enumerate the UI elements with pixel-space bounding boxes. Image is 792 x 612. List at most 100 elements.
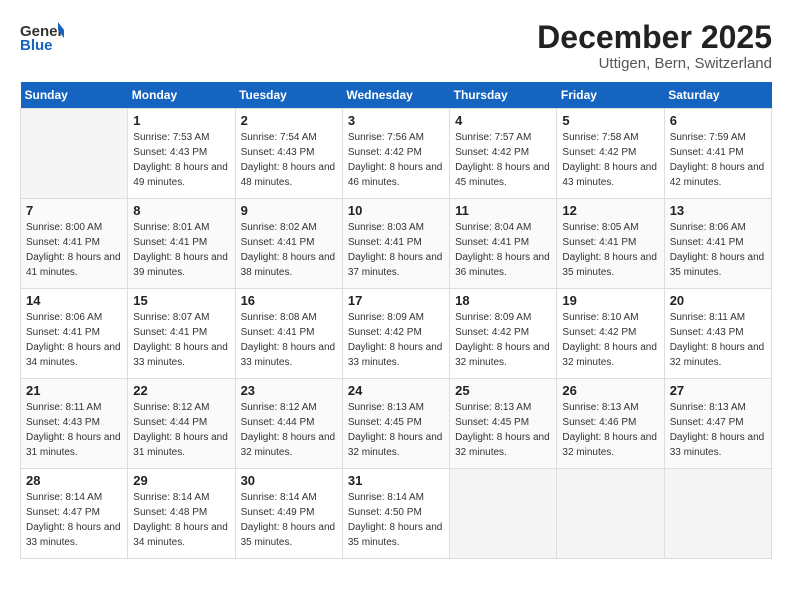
calendar-cell: 10Sunrise: 8:03 AMSunset: 4:41 PMDayligh… xyxy=(342,199,449,289)
day-number: 22 xyxy=(133,383,229,398)
svg-text:Blue: Blue xyxy=(20,37,53,52)
calendar-cell: 29Sunrise: 8:14 AMSunset: 4:48 PMDayligh… xyxy=(128,469,235,559)
day-number: 19 xyxy=(562,293,658,308)
calendar-cell: 6Sunrise: 7:59 AMSunset: 4:41 PMDaylight… xyxy=(664,109,771,199)
calendar-cell: 5 Sunrise: 7:58 AMSunset: 4:42 PMDaylight… xyxy=(557,109,664,199)
calendar-cell: 21 Sunrise: 8:11 AMSunset: 4:43 PMDayligh… xyxy=(21,379,128,469)
calendar-week-row: 7Sunrise: 8:00 AMSunset: 4:41 PMDaylight… xyxy=(21,199,772,289)
day-number: 4 xyxy=(455,113,551,128)
day-number: 3 xyxy=(348,113,444,128)
day-header-sunday: Sunday xyxy=(21,82,128,109)
calendar-cell: 20Sunrise: 8:11 AMSunset: 4:43 PMDayligh… xyxy=(664,289,771,379)
day-number: 30 xyxy=(241,473,337,488)
calendar-cell: 31 Sunrise: 8:14 AMSunset: 4:50 PMDayligh… xyxy=(342,469,449,559)
cell-info: Sunrise: 8:06 AMSunset: 4:41 PMDaylight:… xyxy=(670,220,766,280)
day-header-thursday: Thursday xyxy=(450,82,557,109)
day-header-saturday: Saturday xyxy=(664,82,771,109)
cell-info: Sunrise: 8:14 AMSunset: 4:50 PMDaylight:… xyxy=(348,490,444,550)
calendar-cell: 22 Sunrise: 8:12 AMSunset: 4:44 PMDayligh… xyxy=(128,379,235,469)
calendar-cell: 9 Sunrise: 8:02 AMSunset: 4:41 PMDaylight… xyxy=(235,199,342,289)
day-number: 1 xyxy=(133,113,229,128)
calendar-cell xyxy=(557,469,664,559)
cell-info: Sunrise: 8:09 AMSunset: 4:42 PMDaylight:… xyxy=(348,310,444,370)
calendar-cell: 25 Sunrise: 8:13 AMSunset: 4:45 PMDayligh… xyxy=(450,379,557,469)
calendar-cell: 17 Sunrise: 8:09 AMSunset: 4:42 PMDayligh… xyxy=(342,289,449,379)
calendar-cell: 15 Sunrise: 8:07 AMSunset: 4:41 PMDayligh… xyxy=(128,289,235,379)
title-section: December 2025 Uttigen, Bern, Switzerland xyxy=(537,20,772,72)
cell-info: Sunrise: 8:02 AMSunset: 4:41 PMDaylight:… xyxy=(241,220,337,280)
calendar-cell xyxy=(664,469,771,559)
day-number: 12 xyxy=(562,203,658,218)
calendar-week-row: 28 Sunrise: 8:14 AMSunset: 4:47 PMDayligh… xyxy=(21,469,772,559)
day-number: 7 xyxy=(26,203,122,218)
day-number: 23 xyxy=(241,383,337,398)
cell-info: Sunrise: 8:11 AMSunset: 4:43 PMDaylight:… xyxy=(26,400,122,460)
calendar-cell xyxy=(450,469,557,559)
cell-info: Sunrise: 8:13 AMSunset: 4:47 PMDaylight:… xyxy=(670,400,766,460)
cell-info: Sunrise: 8:06 AMSunset: 4:41 PMDaylight:… xyxy=(26,310,122,370)
calendar-body: 1 Sunrise: 7:53 AMSunset: 4:43 PMDaylight… xyxy=(21,109,772,559)
location: Uttigen, Bern, Switzerland xyxy=(537,55,772,72)
day-number: 28 xyxy=(26,473,122,488)
day-number: 17 xyxy=(348,293,444,308)
day-number: 10 xyxy=(348,203,444,218)
day-number: 9 xyxy=(241,203,337,218)
cell-info: Sunrise: 7:58 AMSunset: 4:42 PMDaylight:… xyxy=(562,130,658,190)
cell-info: Sunrise: 7:53 AMSunset: 4:43 PMDaylight:… xyxy=(133,130,229,190)
calendar-header-row: SundayMondayTuesdayWednesdayThursdayFrid… xyxy=(21,82,772,109)
calendar-cell: 23 Sunrise: 8:12 AMSunset: 4:44 PMDayligh… xyxy=(235,379,342,469)
day-number: 13 xyxy=(670,203,766,218)
day-number: 27 xyxy=(670,383,766,398)
cell-info: Sunrise: 8:12 AMSunset: 4:44 PMDaylight:… xyxy=(133,400,229,460)
page-header: General Blue December 2025 Uttigen, Bern… xyxy=(20,20,772,72)
calendar-cell: 11Sunrise: 8:04 AMSunset: 4:41 PMDayligh… xyxy=(450,199,557,289)
day-header-friday: Friday xyxy=(557,82,664,109)
cell-info: Sunrise: 8:10 AMSunset: 4:42 PMDaylight:… xyxy=(562,310,658,370)
calendar-cell: 14 Sunrise: 8:06 AMSunset: 4:41 PMDayligh… xyxy=(21,289,128,379)
day-number: 8 xyxy=(133,203,229,218)
cell-info: Sunrise: 8:14 AMSunset: 4:47 PMDaylight:… xyxy=(26,490,122,550)
cell-info: Sunrise: 7:57 AMSunset: 4:42 PMDaylight:… xyxy=(455,130,551,190)
cell-info: Sunrise: 8:13 AMSunset: 4:46 PMDaylight:… xyxy=(562,400,658,460)
calendar-cell: 28 Sunrise: 8:14 AMSunset: 4:47 PMDayligh… xyxy=(21,469,128,559)
day-number: 18 xyxy=(455,293,551,308)
day-number: 25 xyxy=(455,383,551,398)
cell-info: Sunrise: 8:12 AMSunset: 4:44 PMDaylight:… xyxy=(241,400,337,460)
cell-info: Sunrise: 8:09 AMSunset: 4:42 PMDaylight:… xyxy=(455,310,551,370)
day-number: 2 xyxy=(241,113,337,128)
calendar-cell: 2 Sunrise: 7:54 AMSunset: 4:43 PMDaylight… xyxy=(235,109,342,199)
logo: General Blue xyxy=(20,20,64,52)
day-number: 11 xyxy=(455,203,551,218)
calendar-cell: 13 Sunrise: 8:06 AMSunset: 4:41 PMDayligh… xyxy=(664,199,771,289)
calendar-cell: 12Sunrise: 8:05 AMSunset: 4:41 PMDayligh… xyxy=(557,199,664,289)
cell-info: Sunrise: 8:08 AMSunset: 4:41 PMDaylight:… xyxy=(241,310,337,370)
calendar-table: SundayMondayTuesdayWednesdayThursdayFrid… xyxy=(20,82,772,559)
calendar-cell: 26Sunrise: 8:13 AMSunset: 4:46 PMDayligh… xyxy=(557,379,664,469)
day-number: 21 xyxy=(26,383,122,398)
logo-icon: General Blue xyxy=(20,20,64,52)
calendar-week-row: 14 Sunrise: 8:06 AMSunset: 4:41 PMDayligh… xyxy=(21,289,772,379)
calendar-week-row: 1 Sunrise: 7:53 AMSunset: 4:43 PMDaylight… xyxy=(21,109,772,199)
calendar-cell: 16Sunrise: 8:08 AMSunset: 4:41 PMDayligh… xyxy=(235,289,342,379)
day-number: 14 xyxy=(26,293,122,308)
cell-info: Sunrise: 8:13 AMSunset: 4:45 PMDaylight:… xyxy=(348,400,444,460)
calendar-cell: 27 Sunrise: 8:13 AMSunset: 4:47 PMDayligh… xyxy=(664,379,771,469)
cell-info: Sunrise: 7:56 AMSunset: 4:42 PMDaylight:… xyxy=(348,130,444,190)
calendar-cell: 1 Sunrise: 7:53 AMSunset: 4:43 PMDaylight… xyxy=(128,109,235,199)
day-number: 15 xyxy=(133,293,229,308)
calendar-week-row: 21 Sunrise: 8:11 AMSunset: 4:43 PMDayligh… xyxy=(21,379,772,469)
calendar-cell: 7Sunrise: 8:00 AMSunset: 4:41 PMDaylight… xyxy=(21,199,128,289)
calendar-cell: 24 Sunrise: 8:13 AMSunset: 4:45 PMDayligh… xyxy=(342,379,449,469)
day-number: 5 xyxy=(562,113,658,128)
cell-info: Sunrise: 7:59 AMSunset: 4:41 PMDaylight:… xyxy=(670,130,766,190)
cell-info: Sunrise: 8:11 AMSunset: 4:43 PMDaylight:… xyxy=(670,310,766,370)
cell-info: Sunrise: 8:13 AMSunset: 4:45 PMDaylight:… xyxy=(455,400,551,460)
calendar-cell: 19 Sunrise: 8:10 AMSunset: 4:42 PMDayligh… xyxy=(557,289,664,379)
day-header-monday: Monday xyxy=(128,82,235,109)
month-title: December 2025 xyxy=(537,20,772,55)
day-number: 24 xyxy=(348,383,444,398)
cell-info: Sunrise: 7:54 AMSunset: 4:43 PMDaylight:… xyxy=(241,130,337,190)
day-number: 31 xyxy=(348,473,444,488)
cell-info: Sunrise: 8:07 AMSunset: 4:41 PMDaylight:… xyxy=(133,310,229,370)
calendar-cell: 18 Sunrise: 8:09 AMSunset: 4:42 PMDayligh… xyxy=(450,289,557,379)
